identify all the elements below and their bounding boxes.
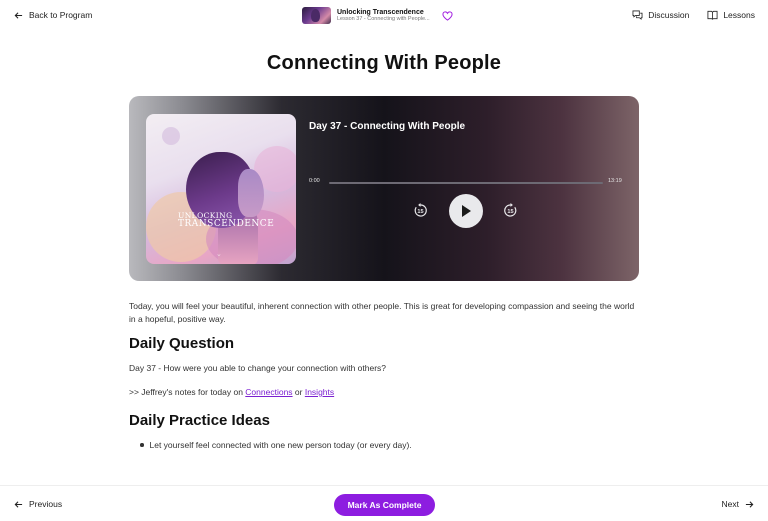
arrow-left-icon xyxy=(14,11,23,19)
notes-line: >> Jeffrey's notes for today on Connecti… xyxy=(129,387,334,397)
arrow-right-icon xyxy=(745,500,754,508)
duration: 13:19 xyxy=(608,178,622,184)
program-thumbnail xyxy=(302,7,331,24)
rewind-15-icon[interactable]: 15 xyxy=(412,202,429,219)
back-label: Back to Program xyxy=(29,10,93,20)
track-title: Day 37 - Connecting With People xyxy=(309,121,466,132)
notes-or: or xyxy=(292,387,305,397)
previous-label: Previous xyxy=(29,499,63,509)
bottom-bar: Previous Mark As Complete Next xyxy=(0,485,768,521)
practice-heading: Daily Practice Ideas xyxy=(129,412,270,429)
forward-15-icon[interactable]: 15 xyxy=(502,202,519,219)
lesson-intro: Today, you will feel your beautiful, inh… xyxy=(129,300,639,326)
cover-art: UNLOCKING TRANSCENDENCE ⌄ xyxy=(146,114,296,264)
program-title: Unlocking Transcendence xyxy=(337,8,424,16)
discussion-label: Discussion xyxy=(648,10,690,20)
rewind-seconds: 15 xyxy=(417,209,423,215)
cover-title: UNLOCKING TRANSCENDENCE xyxy=(178,212,274,229)
daily-question-heading: Daily Question xyxy=(129,335,235,352)
notes-prefix: >> Jeffrey's notes for today on xyxy=(129,387,246,397)
lessons-link[interactable]: Lessons xyxy=(707,10,755,20)
connections-link[interactable]: Connections xyxy=(245,387,292,397)
page-title: Connecting With People xyxy=(266,52,502,74)
next-label: Next xyxy=(721,499,739,509)
arrow-left-icon xyxy=(14,500,23,508)
bullet-icon xyxy=(140,443,144,447)
cover-line2: TRANSCENDENCE xyxy=(178,218,275,229)
daily-question-text: Day 37 - How were you able to change you… xyxy=(129,363,387,373)
back-to-program-link[interactable]: Back to Program xyxy=(14,10,92,20)
top-bar: Back to Program Unlocking Transcendence … xyxy=(0,0,768,34)
lessons-label: Lessons xyxy=(723,10,755,20)
practice-item-text: Let yourself feel connected with one new… xyxy=(149,440,412,450)
discussion-link[interactable]: Discussion xyxy=(632,10,689,20)
program-info: Unlocking Transcendence Lesson 37 - Conn… xyxy=(302,7,453,24)
play-icon xyxy=(462,205,471,217)
insights-link[interactable]: Insights xyxy=(305,387,334,397)
audio-player: UNLOCKING TRANSCENDENCE ⌄ Day 37 - Conne… xyxy=(129,96,639,281)
list-item: Let yourself feel connected with one new… xyxy=(140,440,412,450)
mark-complete-button[interactable]: Mark As Complete xyxy=(334,494,435,516)
current-time: 0:00 xyxy=(309,178,320,184)
progress-bar[interactable] xyxy=(329,182,603,184)
lesson-subtitle: Lesson 37 - Connecting with People... xyxy=(337,16,430,23)
book-icon xyxy=(707,10,718,20)
next-button[interactable]: Next xyxy=(722,499,754,509)
previous-button[interactable]: Previous xyxy=(14,499,62,509)
chat-icon xyxy=(632,10,643,20)
intro-text: Today, you will feel your beautiful, inh… xyxy=(129,301,635,324)
forward-seconds: 15 xyxy=(507,209,513,215)
chevron-down-icon: ⌄ xyxy=(216,251,222,258)
play-button[interactable] xyxy=(449,194,483,228)
heart-icon[interactable] xyxy=(442,10,453,21)
